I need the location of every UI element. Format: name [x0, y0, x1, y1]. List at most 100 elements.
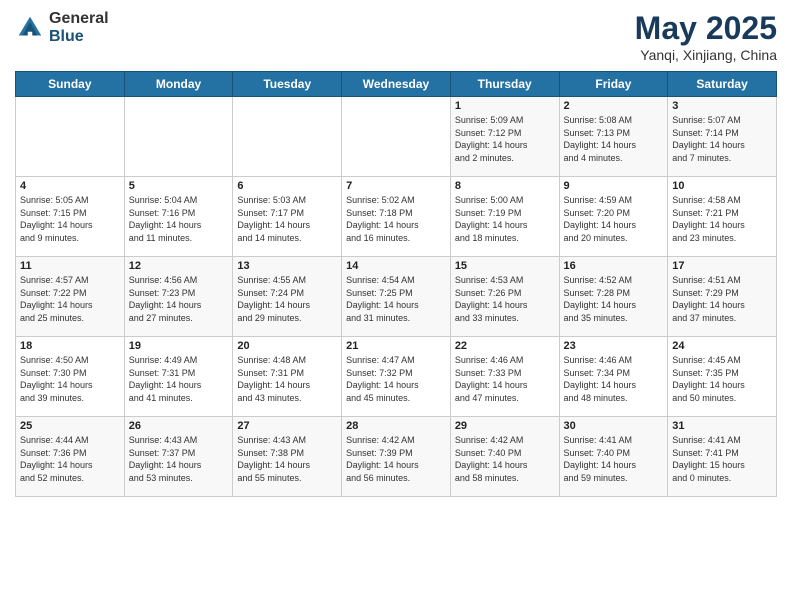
calendar-cell: 22Sunrise: 4:46 AM Sunset: 7:33 PM Dayli…: [450, 337, 559, 417]
logo-general: General: [49, 10, 109, 28]
calendar-cell: 28 Sunrise: 4:42 AM Sunset: 7:39 PM Dayli…: [342, 417, 451, 497]
calendar-cell: 25 Sunrise: 4:44 AM Sunset: 7:36 PM Dayli…: [16, 417, 125, 497]
day-number: 26: [129, 420, 229, 432]
calendar-cell: 13 Sunrise: 4:55 AM Sunset: 7:24 PM Dayli…: [233, 257, 342, 337]
header-row: Sunday Monday Tuesday Wednesday Thursday…: [16, 72, 777, 97]
calendar-cell: 21 Sunrise: 4:47 AM Sunset: 7:32 PM Dayli…: [342, 337, 451, 417]
page: General Blue May 2025 Yanqi, Xinjiang, C…: [0, 0, 792, 612]
day-detail: Sunrise: 4:51 AM Sunset: 7:29 PM Dayligh…: [672, 274, 772, 324]
logo-icon: [15, 13, 45, 43]
day-detail: Sunrise: 4:45 AM Sunset: 7:35 PM Dayligh…: [672, 354, 772, 404]
day-number: 14: [346, 260, 446, 272]
week-row-3: 11 Sunrise: 4:57 AM Sunset: 7:22 PM Dayli…: [16, 257, 777, 337]
day-detail: Sunrise: 5:07 AM Sunset: 7:14 PM Dayligh…: [672, 114, 772, 164]
logo-blue: Blue: [49, 28, 109, 46]
day-number: 30: [564, 420, 664, 432]
logo-text: General Blue: [49, 10, 109, 45]
day-detail: Sunrise: 4:41 AM Sunset: 7:41 PM Dayligh…: [672, 434, 772, 484]
calendar-cell: 6Sunrise: 5:03 AM Sunset: 7:17 PM Daylig…: [233, 177, 342, 257]
calendar-cell: 3 Sunrise: 5:07 AM Sunset: 7:14 PM Daylig…: [668, 97, 777, 177]
col-wednesday: Wednesday: [342, 72, 451, 97]
day-number: 17: [672, 260, 772, 272]
calendar-cell: 17 Sunrise: 4:51 AM Sunset: 7:29 PM Dayli…: [668, 257, 777, 337]
header: General Blue May 2025 Yanqi, Xinjiang, C…: [15, 10, 777, 63]
main-title: May 2025: [635, 10, 777, 47]
day-number: 12: [129, 260, 229, 272]
calendar-cell: [16, 97, 125, 177]
day-number: 9: [564, 180, 664, 192]
calendar-cell: 30 Sunrise: 4:41 AM Sunset: 7:40 PM Dayli…: [559, 417, 668, 497]
day-detail: Sunrise: 4:58 AM Sunset: 7:21 PM Dayligh…: [672, 194, 772, 244]
day-number: 15: [455, 260, 555, 272]
calendar-cell: 8Sunrise: 5:00 AM Sunset: 7:19 PM Daylig…: [450, 177, 559, 257]
day-detail: Sunrise: 4:47 AM Sunset: 7:32 PM Dayligh…: [346, 354, 446, 404]
day-detail: Sunrise: 4:46 AM Sunset: 7:34 PM Dayligh…: [564, 354, 664, 404]
day-detail: Sunrise: 4:43 AM Sunset: 7:38 PM Dayligh…: [237, 434, 337, 484]
day-detail: Sunrise: 4:41 AM Sunset: 7:40 PM Dayligh…: [564, 434, 664, 484]
col-sunday: Sunday: [16, 72, 125, 97]
day-detail: Sunrise: 5:02 AM Sunset: 7:18 PM Dayligh…: [346, 194, 446, 244]
day-number: 18: [20, 340, 120, 352]
day-detail: Sunrise: 4:56 AM Sunset: 7:23 PM Dayligh…: [129, 274, 229, 324]
day-detail: Sunrise: 5:08 AM Sunset: 7:13 PM Dayligh…: [564, 114, 664, 164]
calendar-cell: 24Sunrise: 4:45 AM Sunset: 7:35 PM Dayli…: [668, 337, 777, 417]
day-detail: Sunrise: 5:00 AM Sunset: 7:19 PM Dayligh…: [455, 194, 555, 244]
title-block: May 2025 Yanqi, Xinjiang, China: [635, 10, 777, 63]
calendar-cell: [233, 97, 342, 177]
day-detail: Sunrise: 4:57 AM Sunset: 7:22 PM Dayligh…: [20, 274, 120, 324]
calendar-cell: 2 Sunrise: 5:08 AM Sunset: 7:13 PM Daylig…: [559, 97, 668, 177]
col-thursday: Thursday: [450, 72, 559, 97]
day-number: 7: [346, 180, 446, 192]
day-number: 31: [672, 420, 772, 432]
calendar-cell: 26Sunrise: 4:43 AM Sunset: 7:37 PM Dayli…: [124, 417, 233, 497]
calendar-cell: 20Sunrise: 4:48 AM Sunset: 7:31 PM Dayli…: [233, 337, 342, 417]
calendar-cell: 4Sunrise: 5:05 AM Sunset: 7:15 PM Daylig…: [16, 177, 125, 257]
day-detail: Sunrise: 4:42 AM Sunset: 7:39 PM Dayligh…: [346, 434, 446, 484]
day-number: 3: [672, 100, 772, 112]
calendar-cell: 29 Sunrise: 4:42 AM Sunset: 7:40 PM Dayli…: [450, 417, 559, 497]
calendar-cell: 1Sunrise: 5:09 AM Sunset: 7:12 PM Daylig…: [450, 97, 559, 177]
calendar-cell: 14 Sunrise: 4:54 AM Sunset: 7:25 PM Dayli…: [342, 257, 451, 337]
calendar-cell: [342, 97, 451, 177]
day-detail: Sunrise: 4:49 AM Sunset: 7:31 PM Dayligh…: [129, 354, 229, 404]
day-number: 5: [129, 180, 229, 192]
calendar-table: Sunday Monday Tuesday Wednesday Thursday…: [15, 71, 777, 497]
week-row-4: 18 Sunrise: 4:50 AM Sunset: 7:30 PM Dayli…: [16, 337, 777, 417]
day-number: 13: [237, 260, 337, 272]
calendar-cell: 7 Sunrise: 5:02 AM Sunset: 7:18 PM Daylig…: [342, 177, 451, 257]
day-detail: Sunrise: 5:04 AM Sunset: 7:16 PM Dayligh…: [129, 194, 229, 244]
week-row-2: 4Sunrise: 5:05 AM Sunset: 7:15 PM Daylig…: [16, 177, 777, 257]
calendar-cell: 31 Sunrise: 4:41 AM Sunset: 7:41 PM Dayli…: [668, 417, 777, 497]
day-detail: Sunrise: 4:52 AM Sunset: 7:28 PM Dayligh…: [564, 274, 664, 324]
day-detail: Sunrise: 4:50 AM Sunset: 7:30 PM Dayligh…: [20, 354, 120, 404]
day-number: 22: [455, 340, 555, 352]
week-row-5: 25 Sunrise: 4:44 AM Sunset: 7:36 PM Dayli…: [16, 417, 777, 497]
col-tuesday: Tuesday: [233, 72, 342, 97]
calendar-cell: [124, 97, 233, 177]
day-number: 21: [346, 340, 446, 352]
day-detail: Sunrise: 5:03 AM Sunset: 7:17 PM Dayligh…: [237, 194, 337, 244]
day-number: 29: [455, 420, 555, 432]
day-number: 20: [237, 340, 337, 352]
day-number: 19: [129, 340, 229, 352]
calendar-cell: 5 Sunrise: 5:04 AM Sunset: 7:16 PM Daylig…: [124, 177, 233, 257]
logo: General Blue: [15, 10, 109, 45]
day-detail: Sunrise: 4:54 AM Sunset: 7:25 PM Dayligh…: [346, 274, 446, 324]
day-number: 27: [237, 420, 337, 432]
day-number: 25: [20, 420, 120, 432]
day-detail: Sunrise: 4:55 AM Sunset: 7:24 PM Dayligh…: [237, 274, 337, 324]
day-detail: Sunrise: 4:44 AM Sunset: 7:36 PM Dayligh…: [20, 434, 120, 484]
day-number: 11: [20, 260, 120, 272]
calendar-cell: 16 Sunrise: 4:52 AM Sunset: 7:28 PM Dayli…: [559, 257, 668, 337]
day-number: 2: [564, 100, 664, 112]
subtitle: Yanqi, Xinjiang, China: [635, 47, 777, 63]
calendar-cell: 10Sunrise: 4:58 AM Sunset: 7:21 PM Dayli…: [668, 177, 777, 257]
day-number: 16: [564, 260, 664, 272]
day-number: 23: [564, 340, 664, 352]
calendar-cell: 15Sunrise: 4:53 AM Sunset: 7:26 PM Dayli…: [450, 257, 559, 337]
day-detail: Sunrise: 4:59 AM Sunset: 7:20 PM Dayligh…: [564, 194, 664, 244]
day-number: 1: [455, 100, 555, 112]
day-detail: Sunrise: 4:42 AM Sunset: 7:40 PM Dayligh…: [455, 434, 555, 484]
day-number: 28: [346, 420, 446, 432]
calendar-cell: 11 Sunrise: 4:57 AM Sunset: 7:22 PM Dayli…: [16, 257, 125, 337]
